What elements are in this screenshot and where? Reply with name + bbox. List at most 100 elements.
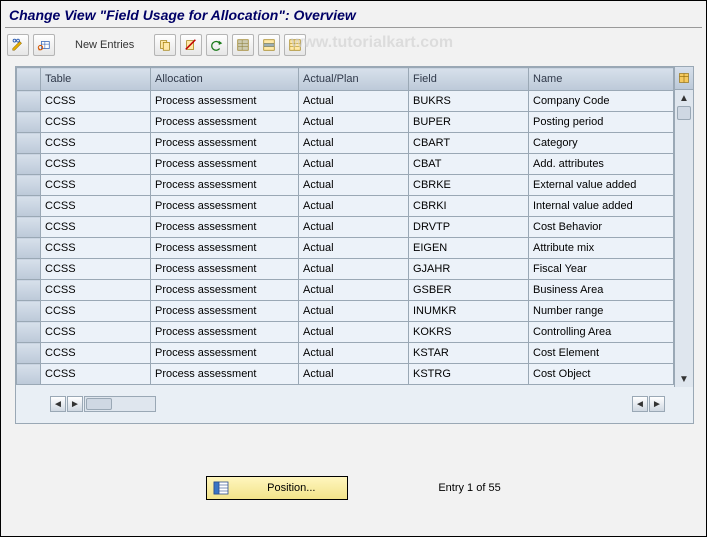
cell-actual_plan[interactable]: Actual: [299, 196, 409, 217]
row-selector[interactable]: [17, 91, 41, 112]
cell-name[interactable]: Category: [529, 133, 674, 154]
row-selector[interactable]: [17, 343, 41, 364]
cell-table[interactable]: CCSS: [41, 175, 151, 196]
col-header-field[interactable]: Field: [409, 68, 529, 91]
position-button[interactable]: Position...: [206, 476, 348, 500]
table-row[interactable]: CCSSProcess assessmentActualCBARTCategor…: [17, 133, 674, 154]
cell-name[interactable]: Attribute mix: [529, 238, 674, 259]
cell-name[interactable]: Add. attributes: [529, 154, 674, 175]
scroll-up-button[interactable]: ▲: [675, 90, 693, 106]
scroll-down-button[interactable]: ▼: [675, 371, 693, 387]
cell-actual_plan[interactable]: Actual: [299, 133, 409, 154]
cell-field[interactable]: KSTAR: [409, 343, 529, 364]
cell-actual_plan[interactable]: Actual: [299, 343, 409, 364]
cell-field[interactable]: CBRKE: [409, 175, 529, 196]
cell-actual_plan[interactable]: Actual: [299, 322, 409, 343]
cell-table[interactable]: CCSS: [41, 217, 151, 238]
table-row[interactable]: CCSSProcess assessmentActualBUPERPosting…: [17, 112, 674, 133]
cell-name[interactable]: Company Code: [529, 91, 674, 112]
copy-as-button[interactable]: [154, 34, 176, 56]
cell-field[interactable]: INUMKR: [409, 301, 529, 322]
cell-field[interactable]: BUKRS: [409, 91, 529, 112]
select-block-button[interactable]: [258, 34, 280, 56]
cell-field[interactable]: GJAHR: [409, 259, 529, 280]
cell-table[interactable]: CCSS: [41, 112, 151, 133]
cell-actual_plan[interactable]: Actual: [299, 301, 409, 322]
cell-allocation[interactable]: Process assessment: [151, 301, 299, 322]
cell-allocation[interactable]: Process assessment: [151, 112, 299, 133]
cell-actual_plan[interactable]: Actual: [299, 238, 409, 259]
table-row[interactable]: CCSSProcess assessmentActualCBRKIInterna…: [17, 196, 674, 217]
col-header-allocation[interactable]: Allocation: [151, 68, 299, 91]
row-selector[interactable]: [17, 364, 41, 385]
cell-table[interactable]: CCSS: [41, 91, 151, 112]
row-selector[interactable]: [17, 301, 41, 322]
cell-allocation[interactable]: Process assessment: [151, 364, 299, 385]
cell-table[interactable]: CCSS: [41, 238, 151, 259]
other-view-button[interactable]: [33, 34, 55, 56]
cell-allocation[interactable]: Process assessment: [151, 154, 299, 175]
cell-name[interactable]: Number range: [529, 301, 674, 322]
cell-field[interactable]: KSTRG: [409, 364, 529, 385]
cell-table[interactable]: CCSS: [41, 280, 151, 301]
row-selector[interactable]: [17, 259, 41, 280]
cell-name[interactable]: Cost Behavior: [529, 217, 674, 238]
row-selector[interactable]: [17, 196, 41, 217]
h-scroll-right-button[interactable]: ►: [67, 396, 83, 412]
cell-allocation[interactable]: Process assessment: [151, 343, 299, 364]
cell-field[interactable]: CBAT: [409, 154, 529, 175]
cell-table[interactable]: CCSS: [41, 322, 151, 343]
new-entries-button[interactable]: New Entries: [69, 37, 140, 53]
h-scroll-left-button[interactable]: ◄: [50, 396, 66, 412]
cell-actual_plan[interactable]: Actual: [299, 217, 409, 238]
cell-allocation[interactable]: Process assessment: [151, 196, 299, 217]
cell-allocation[interactable]: Process assessment: [151, 217, 299, 238]
row-selector[interactable]: [17, 133, 41, 154]
h-scroll-thumb-left[interactable]: [86, 398, 112, 410]
cell-name[interactable]: Cost Element: [529, 343, 674, 364]
row-selector-header[interactable]: [17, 68, 41, 91]
row-selector[interactable]: [17, 322, 41, 343]
table-row[interactable]: CCSSProcess assessmentActualGSBERBusines…: [17, 280, 674, 301]
row-selector[interactable]: [17, 112, 41, 133]
table-row[interactable]: CCSSProcess assessmentActualKOKRSControl…: [17, 322, 674, 343]
h-scroll-left2-button[interactable]: ◄: [632, 396, 648, 412]
row-selector[interactable]: [17, 280, 41, 301]
cell-allocation[interactable]: Process assessment: [151, 91, 299, 112]
cell-table[interactable]: CCSS: [41, 301, 151, 322]
deselect-all-button[interactable]: [284, 34, 306, 56]
cell-field[interactable]: CBRKI: [409, 196, 529, 217]
cell-name[interactable]: External value added: [529, 175, 674, 196]
select-all-button[interactable]: [232, 34, 254, 56]
data-grid[interactable]: Table Allocation Actual/Plan Field Name …: [16, 67, 674, 385]
cell-table[interactable]: CCSS: [41, 343, 151, 364]
cell-name[interactable]: Fiscal Year: [529, 259, 674, 280]
table-row[interactable]: CCSSProcess assessmentActualKSTARCost El…: [17, 343, 674, 364]
cell-table[interactable]: CCSS: [41, 133, 151, 154]
cell-table[interactable]: CCSS: [41, 259, 151, 280]
table-row[interactable]: CCSSProcess assessmentActualDRVTPCost Be…: [17, 217, 674, 238]
cell-name[interactable]: Business Area: [529, 280, 674, 301]
cell-allocation[interactable]: Process assessment: [151, 280, 299, 301]
undo-change-button[interactable]: [206, 34, 228, 56]
table-row[interactable]: CCSSProcess assessmentActualKSTRGCost Ob…: [17, 364, 674, 385]
cell-field[interactable]: BUPER: [409, 112, 529, 133]
table-row[interactable]: CCSSProcess assessmentActualCBRKEExterna…: [17, 175, 674, 196]
cell-actual_plan[interactable]: Actual: [299, 91, 409, 112]
cell-actual_plan[interactable]: Actual: [299, 364, 409, 385]
cell-allocation[interactable]: Process assessment: [151, 133, 299, 154]
scroll-track[interactable]: [675, 120, 693, 371]
cell-name[interactable]: Controlling Area: [529, 322, 674, 343]
table-row[interactable]: CCSSProcess assessmentActualINUMKRNumber…: [17, 301, 674, 322]
cell-allocation[interactable]: Process assessment: [151, 322, 299, 343]
col-header-name[interactable]: Name: [529, 68, 674, 91]
cell-allocation[interactable]: Process assessment: [151, 238, 299, 259]
cell-actual_plan[interactable]: Actual: [299, 280, 409, 301]
cell-field[interactable]: CBART: [409, 133, 529, 154]
change-display-toggle-button[interactable]: [7, 34, 29, 56]
row-selector[interactable]: [17, 154, 41, 175]
h-scroll-right2-button[interactable]: ►: [649, 396, 665, 412]
table-row[interactable]: CCSSProcess assessmentActualGJAHRFiscal …: [17, 259, 674, 280]
cell-actual_plan[interactable]: Actual: [299, 175, 409, 196]
table-row[interactable]: CCSSProcess assessmentActualCBATAdd. att…: [17, 154, 674, 175]
